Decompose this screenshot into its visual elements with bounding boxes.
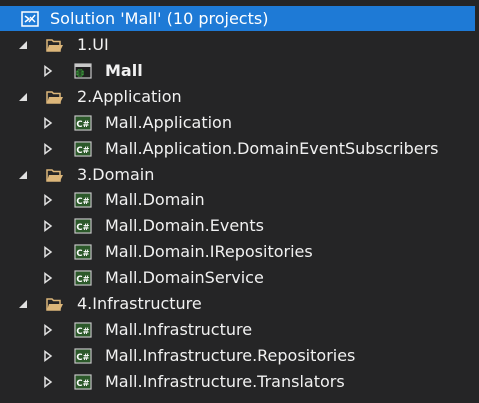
project-label: Mall.Domain xyxy=(105,190,205,209)
collapse-arrow-icon[interactable] xyxy=(42,239,54,265)
project-node[interactable]: C# Mall.Infrastructure.Translators xyxy=(0,369,479,395)
collapse-arrow-icon[interactable] xyxy=(42,187,54,213)
project-node[interactable]: C# Mall.Infrastructure xyxy=(0,317,479,343)
folder-open-icon xyxy=(46,32,64,58)
project-label: Mall.Domain.Events xyxy=(105,216,264,235)
project-node[interactable]: C# Mall.Infrastructure.Repositories xyxy=(0,343,479,369)
expand-arrow-icon[interactable] xyxy=(17,291,29,317)
csharp-project-icon: C# xyxy=(74,239,92,265)
project-label: Mall.DomainService xyxy=(105,268,264,287)
project-label: Mall.Infrastructure xyxy=(105,320,253,339)
csharp-project-icon: C# xyxy=(74,265,92,291)
collapse-arrow-icon[interactable] xyxy=(42,58,54,84)
folder-node[interactable]: 3.Domain xyxy=(0,162,479,188)
project-node[interactable]: Mall xyxy=(0,58,479,84)
project-node[interactable]: C# Mall.Application.DomainEventSubscriber… xyxy=(0,136,479,162)
expand-arrow-icon[interactable] xyxy=(17,84,29,110)
folder-label: 3.Domain xyxy=(77,165,155,184)
project-node[interactable]: C# Mall.Domain.IRepositories xyxy=(0,239,479,265)
project-node[interactable]: C# Mall.Domain xyxy=(0,187,479,213)
project-node[interactable]: C# Mall.Application xyxy=(0,110,479,136)
folder-label: 4.Infrastructure xyxy=(77,294,202,313)
collapse-arrow-icon[interactable] xyxy=(42,343,54,369)
svg-text:C#: C# xyxy=(76,275,89,285)
folder-label: 1.UI xyxy=(77,35,109,54)
folder-node[interactable]: 4.Infrastructure xyxy=(0,291,479,317)
solution-title: Solution 'Mall' (10 projects) xyxy=(50,9,269,28)
solution-icon xyxy=(21,6,39,32)
svg-text:C#: C# xyxy=(76,379,89,389)
project-label: Mall.Application.DomainEventSubscribers xyxy=(105,139,439,158)
svg-text:C#: C# xyxy=(76,249,89,259)
project-node[interactable]: C# Mall.Domain.Events xyxy=(0,213,479,239)
folder-label: 2.Application xyxy=(77,87,182,106)
web-project-icon xyxy=(74,58,92,84)
project-label: Mall xyxy=(105,61,143,80)
svg-text:C#: C# xyxy=(76,120,89,130)
svg-text:C#: C# xyxy=(76,327,89,337)
expand-arrow-icon[interactable] xyxy=(17,162,29,188)
csharp-project-icon: C# xyxy=(74,136,92,162)
csharp-project-icon: C# xyxy=(74,110,92,136)
csharp-project-icon: C# xyxy=(74,343,92,369)
folder-node[interactable]: 2.Application xyxy=(0,84,479,110)
solution-explorer-tree: Solution 'Mall' (10 projects) 1.UI Mall 2.… xyxy=(0,0,479,403)
collapse-arrow-icon[interactable] xyxy=(42,110,54,136)
collapse-arrow-icon[interactable] xyxy=(42,213,54,239)
collapse-arrow-icon[interactable] xyxy=(42,136,54,162)
svg-text:C#: C# xyxy=(76,146,89,156)
csharp-project-icon: C# xyxy=(74,213,92,239)
folder-open-icon xyxy=(46,84,64,110)
csharp-project-icon: C# xyxy=(74,317,92,343)
svg-text:C#: C# xyxy=(76,223,89,233)
folder-node[interactable]: 1.UI xyxy=(0,32,479,58)
project-label: Mall.Infrastructure.Translators xyxy=(105,372,345,391)
svg-text:C#: C# xyxy=(76,353,89,363)
project-label: Mall.Domain.IRepositories xyxy=(105,242,313,261)
solution-node[interactable]: Solution 'Mall' (10 projects) xyxy=(0,6,475,31)
project-node[interactable]: C# Mall.DomainService xyxy=(0,265,479,291)
csharp-project-icon: C# xyxy=(74,369,92,395)
folder-open-icon xyxy=(46,162,64,188)
csharp-project-icon: C# xyxy=(74,187,92,213)
collapse-arrow-icon[interactable] xyxy=(42,265,54,291)
collapse-arrow-icon[interactable] xyxy=(42,369,54,395)
project-label: Mall.Infrastructure.Repositories xyxy=(105,346,356,365)
svg-text:C#: C# xyxy=(76,197,89,207)
folder-open-icon xyxy=(46,291,64,317)
project-label: Mall.Application xyxy=(105,113,232,132)
collapse-arrow-icon[interactable] xyxy=(42,317,54,343)
expand-arrow-icon[interactable] xyxy=(17,32,29,58)
